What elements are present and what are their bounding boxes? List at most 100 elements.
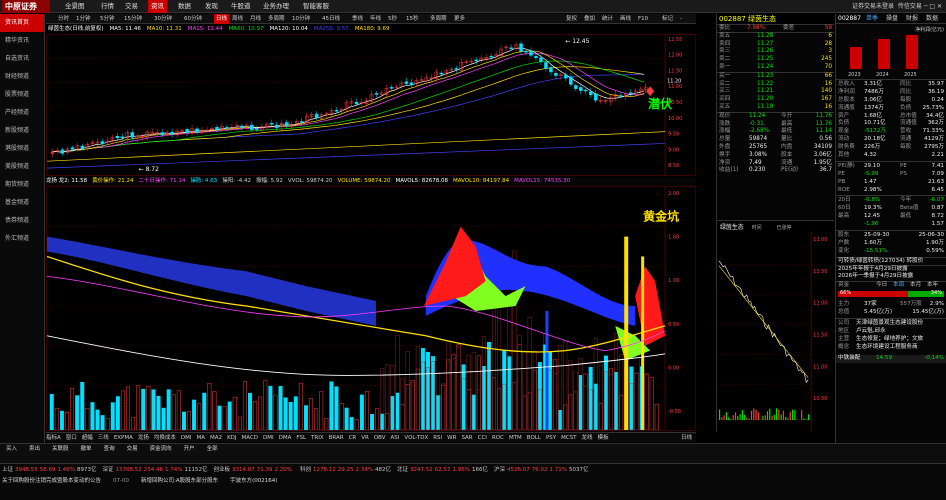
index-item[interactable]: 沪深 4526.07 76.02 1.71% 5037亿 bbox=[494, 467, 589, 473]
news-ticker[interactable]: 关于回购股份注销完成暨股本变动的公告 bbox=[2, 478, 101, 484]
indicator-tab-32[interactable]: 模板 bbox=[598, 435, 609, 441]
index-item[interactable]: 北证 3247.52 62.57 1.96% 166亿 bbox=[397, 467, 488, 473]
fin-tab-0[interactable]: 单季 bbox=[866, 14, 878, 24]
indicator-tab-31[interactable]: 龙线 bbox=[582, 435, 593, 441]
indicator-tab-24[interactable]: SAR bbox=[461, 435, 472, 441]
period-item-12[interactable]: 季线 bbox=[352, 14, 363, 24]
candlestick-chart[interactable]: ← 12.45← 8.7211.20潜伏12.5512.0011.5011.00… bbox=[46, 34, 696, 176]
period-item-5[interactable]: 60分钟 bbox=[184, 14, 202, 24]
indicator-tab-2[interactable]: 超幅 bbox=[82, 435, 93, 441]
bid-row[interactable]: 买三 11.21 140 bbox=[717, 88, 834, 96]
intraday-mini-chart[interactable]: 绿茵生态 13.00 12.50 12.00 11.50 11.00 10.50 时间 已涨停 bbox=[716, 220, 834, 432]
sidebar-item-11[interactable]: 债券频道 bbox=[0, 212, 44, 230]
toolbar-right-item-0[interactable]: 复权 bbox=[566, 14, 577, 24]
menu-item-1[interactable]: 行情 bbox=[98, 0, 117, 13]
menu-item-6[interactable]: 牛股道 bbox=[228, 0, 254, 13]
period-item-13[interactable]: 年线 bbox=[370, 14, 381, 24]
period-item-17[interactable]: 更多 bbox=[454, 14, 465, 24]
toolbar-right-item-5[interactable]: 标记 bbox=[662, 14, 673, 24]
login-status[interactable]: 证券交易未登录 传信交易 ─ □ ✕ bbox=[852, 0, 942, 13]
trade-mode-text[interactable]: 传信交易 bbox=[898, 3, 922, 10]
sidebar-item-6[interactable]: 新股频道 bbox=[0, 122, 44, 140]
menu-item-5[interactable]: 发现 bbox=[202, 0, 221, 13]
indicator-chart[interactable]: 黄金坑 2.00 1.60 1.00 0.50 0.00 -0.50 bbox=[46, 186, 696, 431]
period-item-15[interactable]: 15秒 bbox=[406, 14, 419, 24]
menu-item-2[interactable]: 交易 bbox=[122, 0, 141, 13]
ask-row[interactable]: 卖三 11.26 3 bbox=[717, 48, 834, 56]
indicator-tab-18[interactable]: VR bbox=[361, 435, 369, 441]
indicator-tab-7[interactable]: DMI bbox=[181, 435, 192, 441]
indicator-tab-15[interactable]: TRIX bbox=[311, 435, 324, 441]
trade-button-1[interactable]: 卖出 bbox=[29, 446, 40, 452]
ask-row[interactable]: 卖一 11.24 70 bbox=[717, 64, 834, 72]
period-item-0[interactable]: 分时 bbox=[58, 14, 69, 24]
sidebar-item-10[interactable]: 基金频道 bbox=[0, 194, 44, 212]
toolbar-right-item-2[interactable]: 统计 bbox=[602, 14, 613, 24]
report-notice[interactable]: 2026年一季报于4月29日披露 bbox=[836, 273, 946, 281]
period-item-11[interactable]: 45日线 bbox=[322, 14, 340, 24]
period-item-10[interactable]: 10分钟 bbox=[292, 14, 310, 24]
indicator-tab-27[interactable]: MTM bbox=[509, 435, 522, 441]
trade-button-3[interactable]: 撤单 bbox=[81, 446, 92, 452]
period-item-9[interactable]: 多周期 bbox=[268, 14, 285, 24]
ask-row[interactable]: 卖二 11.25 245 bbox=[717, 56, 834, 64]
convertible-notice[interactable]: 可转债/绿茵转债(127034) 转股价 bbox=[836, 258, 946, 266]
bid-row[interactable]: 买一 11.23 66 bbox=[717, 73, 834, 81]
indicator-tab-25[interactable]: CCI bbox=[478, 435, 487, 441]
period-item-14[interactable]: 5秒 bbox=[388, 14, 397, 24]
indicator-tab-21[interactable]: VOL-TDX bbox=[404, 435, 428, 441]
indicator-tab-16[interactable]: BRAR bbox=[329, 435, 344, 441]
indicator-tab-right[interactable]: 日线 bbox=[681, 433, 692, 443]
sidebar-item-0[interactable]: 资讯首页 bbox=[0, 14, 44, 32]
menu-item-8[interactable]: 智能客服 bbox=[300, 0, 332, 13]
trade-button-2[interactable]: 关联股 bbox=[52, 446, 69, 452]
indicator-tab-4[interactable]: EXPMA bbox=[114, 435, 133, 441]
menu-item-4[interactable]: 数据 bbox=[175, 0, 194, 13]
menu-item-0[interactable]: 全景图 bbox=[62, 0, 88, 13]
indicator-tab-28[interactable]: BOLL bbox=[527, 435, 541, 441]
bid-row[interactable]: 买四 11.20 167 bbox=[717, 96, 834, 104]
sidebar-item-1[interactable]: 精华资讯 bbox=[0, 32, 44, 50]
period-item-7[interactable]: 周线 bbox=[232, 14, 243, 24]
index-item[interactable]: 科创 1278.12 29.25 2.34% 482亿 bbox=[300, 467, 391, 473]
sidebar-item-3[interactable]: 财经频道 bbox=[0, 68, 44, 86]
fin-tab-2[interactable]: 财报 bbox=[906, 14, 918, 24]
trade-button-4[interactable]: 查询 bbox=[104, 446, 115, 452]
maximize-icon[interactable]: □ bbox=[929, 3, 935, 10]
toolbar-right-item-1[interactable]: 叠加 bbox=[584, 14, 595, 24]
menu-item-7[interactable]: 业务办理 bbox=[260, 0, 292, 13]
sidebar-item-2[interactable]: 自选资讯 bbox=[0, 50, 44, 68]
ask-row[interactable]: 卖五 11.28 6 bbox=[717, 33, 834, 41]
period-item-16[interactable]: 多周期 bbox=[430, 14, 447, 24]
indicator-tab-9[interactable]: MA2 bbox=[210, 435, 222, 441]
trade-button-6[interactable]: 资金流向 bbox=[150, 446, 172, 452]
related-stock[interactable]: 中铁装配 14.59 -0.14% bbox=[836, 354, 946, 363]
trade-button-0[interactable]: 买入 bbox=[6, 446, 17, 452]
indicator-tab-3[interactable]: 三线 bbox=[98, 435, 109, 441]
menu-item-3[interactable]: 资讯 bbox=[148, 0, 167, 13]
sidebar-item-7[interactable]: 港股频道 bbox=[0, 140, 44, 158]
bid-row[interactable]: 买二 11.22 16 bbox=[717, 81, 834, 89]
indicator-tab-14[interactable]: FSL bbox=[296, 435, 306, 441]
login-status-text[interactable]: 证券交易未登录 bbox=[852, 3, 894, 10]
indicator-tab-11[interactable]: MACD bbox=[242, 435, 259, 441]
indicator-tab-19[interactable]: OBV bbox=[374, 435, 386, 441]
indicator-tab-6[interactable]: 均换成本 bbox=[154, 435, 176, 441]
trade-button-8[interactable]: 全部 bbox=[207, 446, 218, 452]
index-item[interactable]: 上证 3948.55 58.69 1.46% 8973亿 bbox=[2, 467, 97, 473]
news-ticker-right[interactable]: 新增回购公司:A股股东部分股东 bbox=[141, 478, 218, 484]
sidebar-item-9[interactable]: 期货频道 bbox=[0, 176, 44, 194]
fin-tab-1[interactable]: 操盘 bbox=[886, 14, 898, 24]
indicator-tab-1[interactable]: 窗口 bbox=[66, 435, 77, 441]
period-item-3[interactable]: 15分钟 bbox=[124, 14, 142, 24]
flow-tab-1[interactable]: 本周 bbox=[893, 282, 904, 290]
period-item-8[interactable]: 月线 bbox=[250, 14, 261, 24]
trade-button-5[interactable]: 交易 bbox=[127, 446, 138, 452]
toolbar-right-item-3[interactable]: 画线 bbox=[620, 14, 631, 24]
period-item-4[interactable]: 30分钟 bbox=[154, 14, 172, 24]
indicator-tab-30[interactable]: MCST bbox=[561, 435, 576, 441]
close-icon[interactable]: ✕ bbox=[937, 3, 942, 10]
trade-button-7[interactable]: 开户 bbox=[184, 446, 195, 452]
indicator-tab-10[interactable]: KDJ bbox=[227, 435, 236, 441]
period-item-6[interactable]: 日线 bbox=[214, 14, 230, 24]
